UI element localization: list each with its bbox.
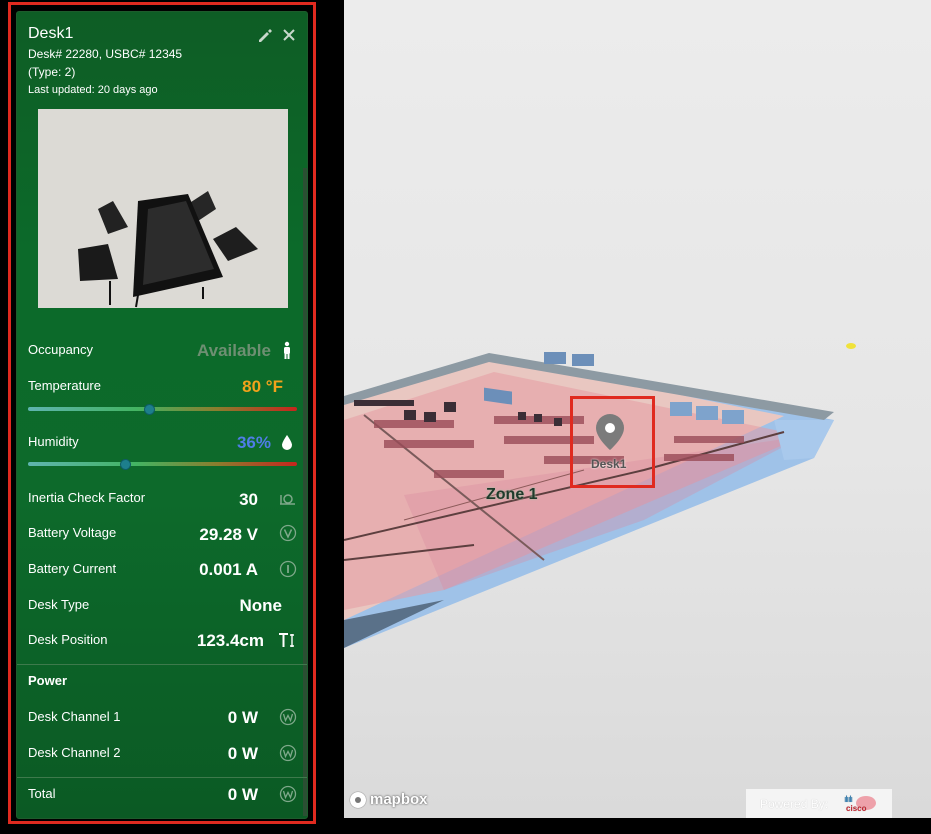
battery-voltage-label: Battery Voltage <box>28 525 117 540</box>
humidity-label: Humidity <box>28 434 79 449</box>
inertia-label: Inertia Check Factor <box>28 490 146 505</box>
humidity-slider <box>28 459 297 470</box>
total-divider <box>17 777 307 778</box>
panel-subtitle: Desk# 22280, USBC# 12345 <box>28 47 183 61</box>
temperature-slider <box>28 404 297 415</box>
desk-channel1-label: Desk Channel 1 <box>28 709 121 724</box>
desk-photo-image <box>38 109 288 308</box>
voltage-icon <box>279 524 297 542</box>
power-divider <box>17 664 307 665</box>
desk-pin-highlight[interactable] <box>570 396 655 488</box>
desk-pin-label[interactable]: Desk1 <box>591 457 626 471</box>
desk-position-value: 123.4cm <box>196 631 264 650</box>
temperature-value: 80 °F <box>242 377 283 396</box>
desk-type-label: Desk Type <box>28 597 90 612</box>
total-label: Total <box>28 786 56 801</box>
panel-scrollbar[interactable] <box>303 168 307 816</box>
watt-icon <box>279 708 297 726</box>
powered-by-text: Powered By: <box>760 796 829 811</box>
desk-channel2-value: 0 W <box>227 744 258 763</box>
zone-label: Zone 1 <box>486 486 538 503</box>
panel-title: Desk1 <box>28 25 74 42</box>
scale-icon <box>280 494 295 505</box>
cisco-logo-icon: ılıılı cisco <box>844 794 878 814</box>
last-updated: Last updated: 20 days ago <box>28 84 158 96</box>
battery-voltage-value: 29.28 V <box>199 525 258 544</box>
watt-icon <box>279 744 297 762</box>
droplet-icon <box>282 435 292 450</box>
power-section-title: Power <box>28 673 68 688</box>
humidity-value: 36% <box>236 433 271 452</box>
watt-icon <box>279 785 297 803</box>
desk-channel2-label: Desk Channel 2 <box>28 745 121 760</box>
desk-type-value: None <box>239 596 283 615</box>
mapbox-text: mapbox <box>370 791 428 808</box>
powered-by-badge: Powered By: ılıılı cisco <box>746 789 892 818</box>
desk-photo <box>38 109 288 308</box>
text-height-icon <box>279 633 294 647</box>
inertia-value: 30 <box>239 490 258 509</box>
occupancy-label: Occupancy <box>28 342 94 357</box>
person-icon <box>284 341 290 359</box>
desk-position-label: Desk Position <box>28 632 108 647</box>
total-value: 0 W <box>227 785 258 804</box>
humidity-slider-thumb <box>119 459 131 470</box>
mapbox-attribution[interactable]: mapbox <box>350 791 428 808</box>
pencil-icon[interactable] <box>257 28 273 44</box>
battery-current-label: Battery Current <box>28 561 117 576</box>
desk-channel1-value: 0 W <box>227 708 258 727</box>
desk-detail-panel: Desk1 Desk# 22280, USBC# 12345 (Type: 2)… <box>16 11 308 819</box>
occupancy-value: Available <box>196 341 271 360</box>
mapbox-logo-icon <box>350 791 366 808</box>
close-icon[interactable] <box>281 27 297 43</box>
temperature-slider-thumb <box>144 404 156 415</box>
map-view[interactable]: Zone 1 Desk1 mapbox Powered By: ılıılı c… <box>344 0 931 818</box>
current-icon <box>279 560 297 578</box>
desk-type-line: (Type: 2) <box>28 65 76 79</box>
battery-current-value: 0.001 A <box>199 560 258 579</box>
temperature-label: Temperature <box>28 378 101 393</box>
